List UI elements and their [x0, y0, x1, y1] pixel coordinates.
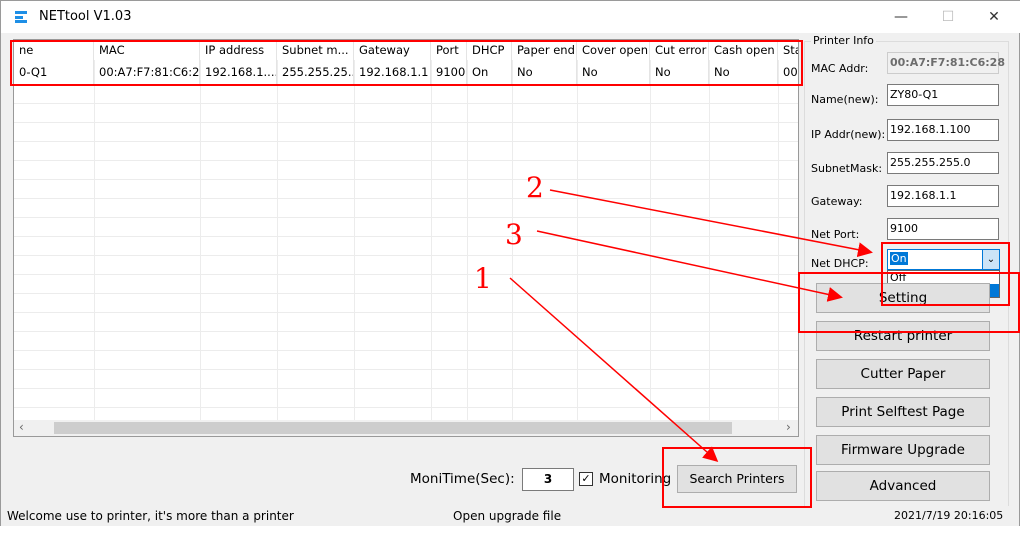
- annotation-number-1: 1: [474, 262, 492, 295]
- annotation-number-2: 2: [526, 171, 544, 204]
- arrow-2: [549, 189, 873, 258]
- annotation-arrows: [509, 189, 873, 462]
- arrow-3: [536, 230, 843, 302]
- arrow-1: [509, 277, 719, 462]
- annotation-number-3: 3: [505, 218, 523, 251]
